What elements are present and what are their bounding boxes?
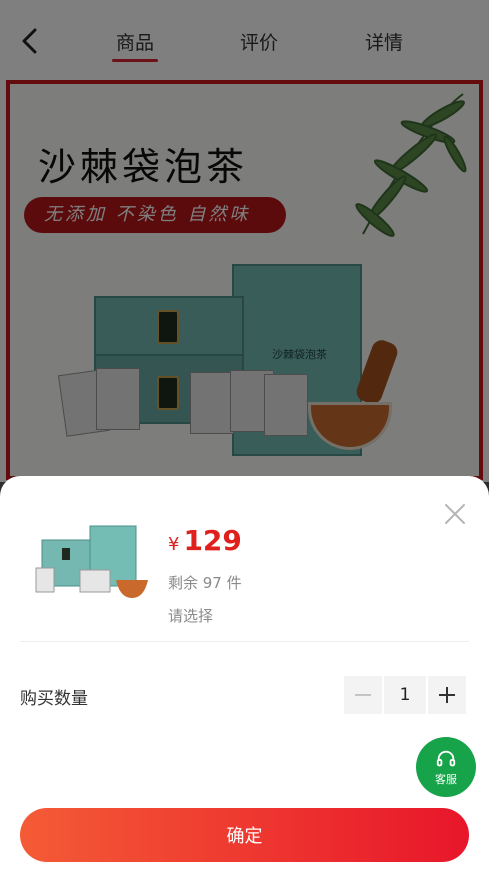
quantity-stepper: 1 (344, 676, 466, 714)
price: ¥129 (168, 524, 242, 557)
stock-remaining: 剩余 97 件 (168, 574, 242, 592)
purchase-sheet: ¥129 剩余 97 件 请选择 购买数量 1 客服 确定 (0, 476, 489, 875)
select-hint: 请选择 (168, 607, 214, 625)
customer-service-label: 客服 (435, 772, 457, 786)
quantity-value[interactable]: 1 (384, 676, 426, 714)
confirm-button[interactable]: 确定 (20, 808, 469, 862)
currency-symbol: ¥ (168, 534, 180, 555)
divider (20, 641, 469, 642)
quantity-label: 购买数量 (20, 689, 88, 709)
product-thumbnail (32, 524, 150, 606)
headset-icon (436, 750, 456, 766)
plus-icon[interactable] (428, 676, 466, 714)
customer-service-button[interactable]: 客服 (416, 737, 476, 797)
minus-icon[interactable] (344, 676, 382, 714)
close-icon[interactable] (443, 502, 467, 526)
price-value: 129 (183, 524, 242, 557)
